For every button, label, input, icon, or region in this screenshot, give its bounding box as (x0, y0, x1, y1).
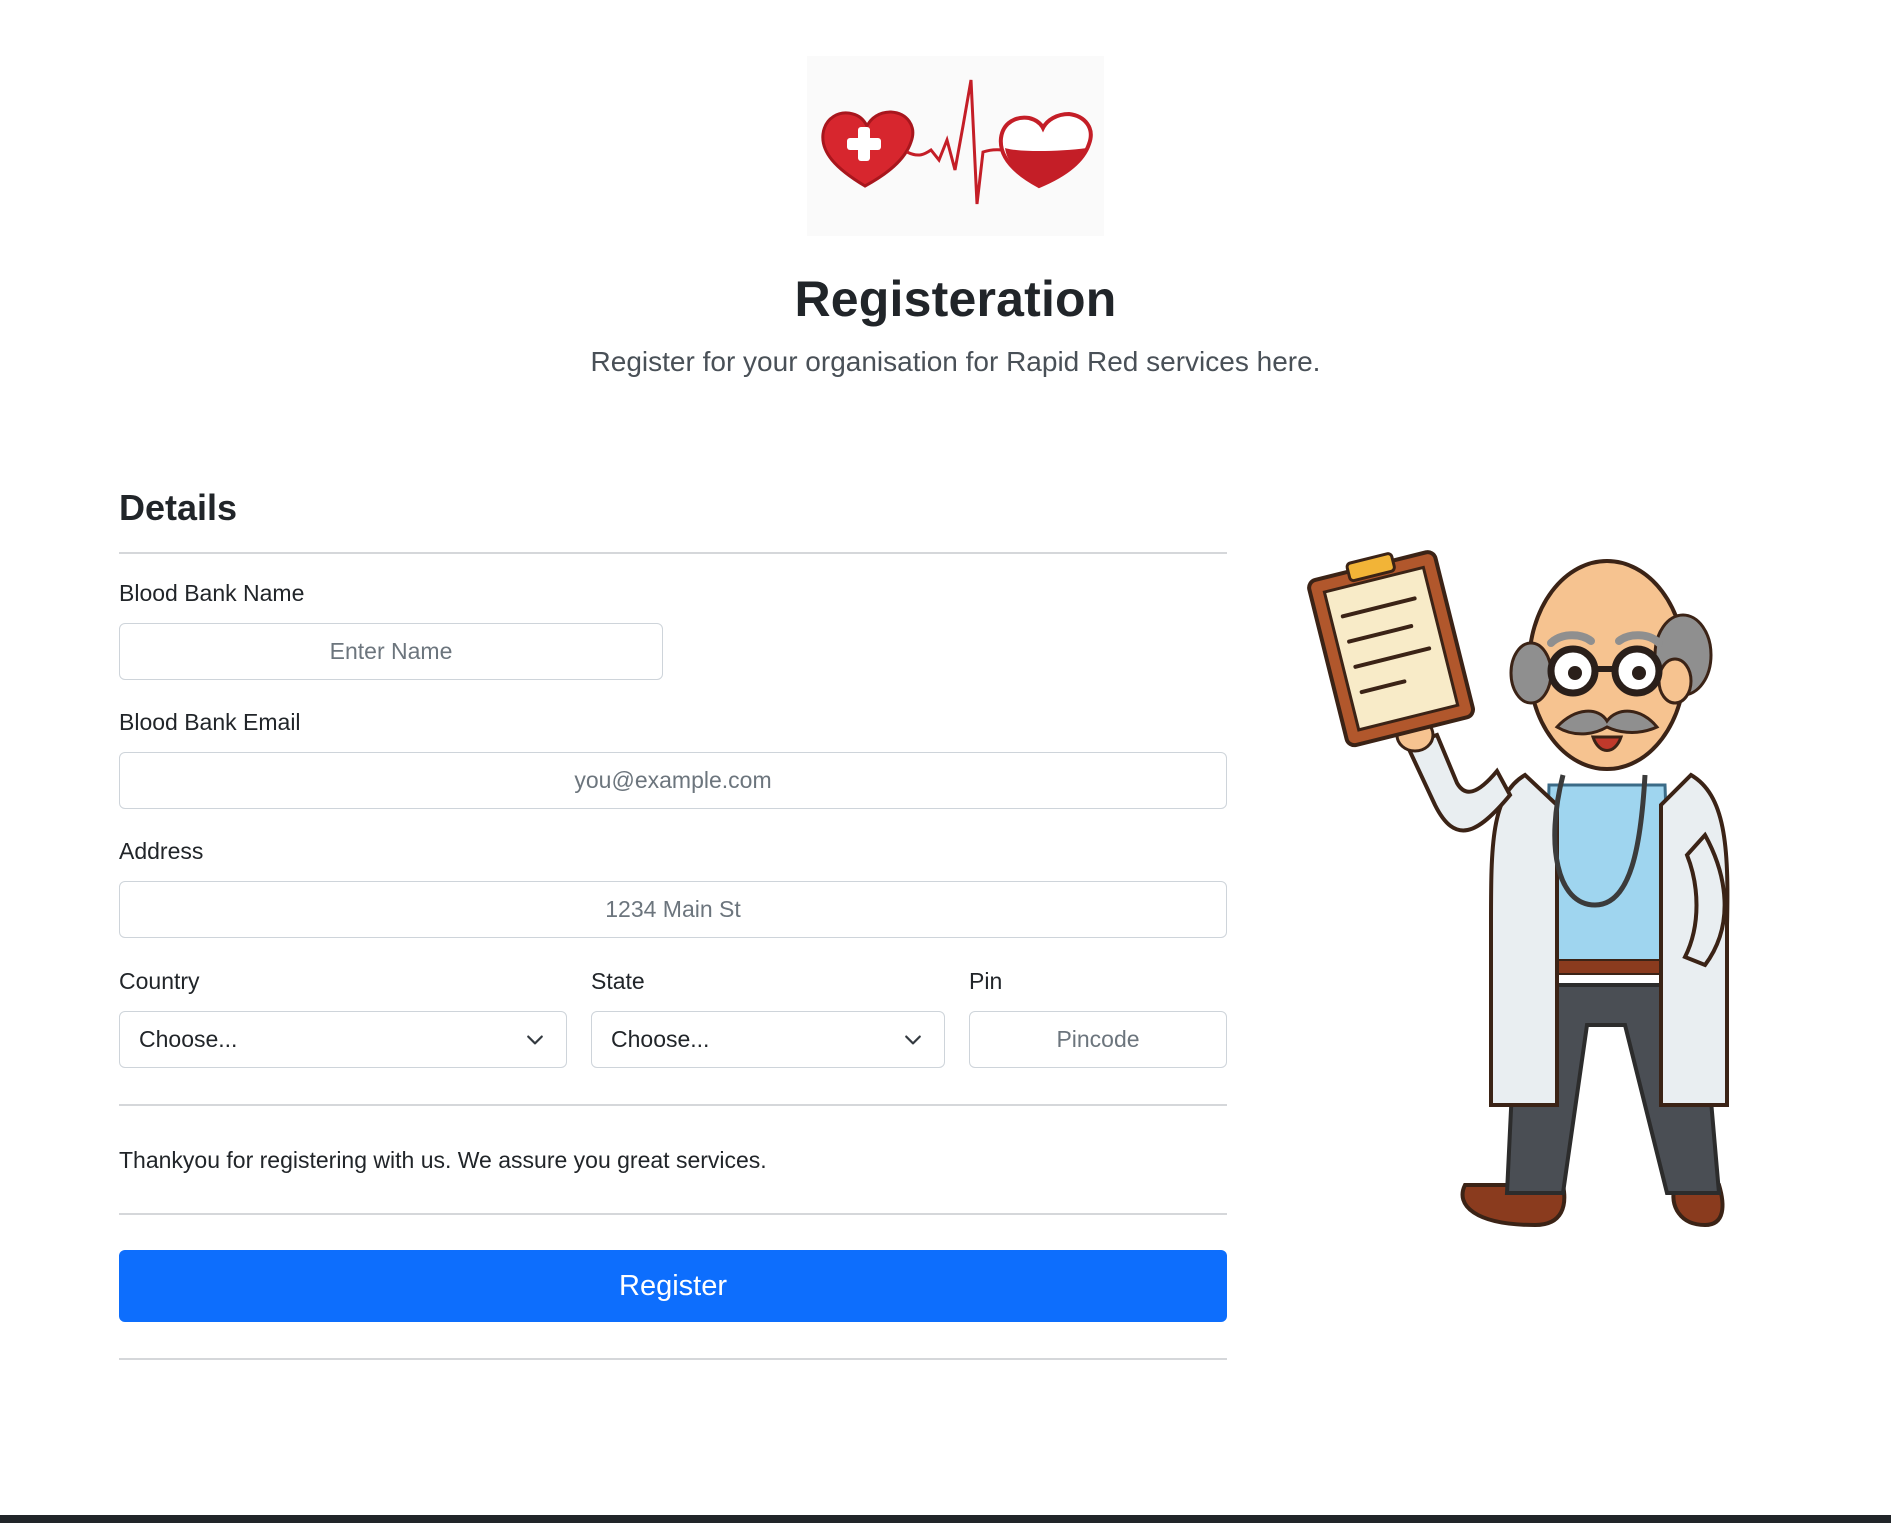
divider (119, 1213, 1227, 1215)
pin-label: Pin (969, 968, 1003, 994)
page-subtitle: Register for your organisation for Rapid… (590, 346, 1321, 377)
state-select[interactable]: Choose... (591, 1011, 945, 1068)
page-title: Registeration (794, 271, 1117, 327)
blood-drop-heart-logo-icon (807, 56, 1104, 236)
thank-you-note: Thankyou for registering with us. We ass… (119, 1147, 767, 1173)
country-selected-value: Choose... (139, 1026, 238, 1052)
section-heading: Details (119, 487, 238, 528)
pincode-input[interactable]: Pincode (969, 1011, 1227, 1068)
chevron-down-icon (527, 1035, 543, 1045)
heartbeat-logo (807, 56, 1104, 236)
country-label: Country (119, 968, 200, 994)
doctor-illustration (1295, 545, 1765, 1235)
bottom-bar (0, 1515, 1891, 1523)
address-input[interactable]: 1234 Main St (119, 881, 1227, 938)
country-select[interactable]: Choose... (119, 1011, 567, 1068)
divider (119, 1358, 1227, 1360)
name-label: Blood Bank Name (119, 580, 305, 606)
blood-bank-email-input[interactable]: you@example.com (119, 752, 1227, 809)
address-label: Address (119, 838, 204, 864)
registration-form: Details Blood Bank Name Enter Name Blood… (119, 480, 1227, 1360)
register-button-label: Register (619, 1269, 727, 1302)
state-selected-value: Choose... (611, 1026, 710, 1052)
name-placeholder: Enter Name (329, 638, 453, 664)
doctor-with-clipboard-icon (1307, 550, 1730, 1228)
email-label: Blood Bank Email (119, 709, 301, 735)
state-label: State (591, 968, 645, 994)
email-placeholder: you@example.com (574, 767, 772, 793)
divider (119, 1104, 1227, 1106)
register-button[interactable]: Register (119, 1250, 1227, 1322)
divider (119, 552, 1227, 554)
pin-placeholder: Pincode (1056, 1026, 1140, 1052)
chevron-down-icon (905, 1035, 921, 1045)
address-placeholder: 1234 Main St (605, 896, 741, 922)
blood-bank-name-input[interactable]: Enter Name (119, 623, 663, 680)
registration-page: Registeration Register for your organisa… (0, 0, 1891, 1523)
